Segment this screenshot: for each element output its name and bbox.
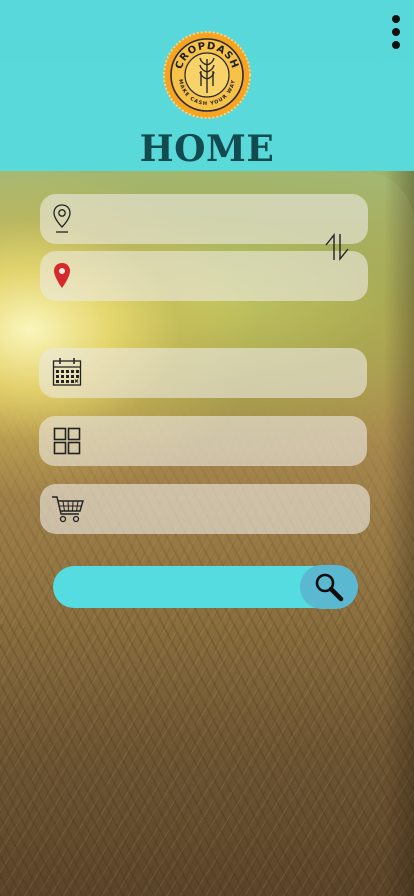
location-pin-red-icon [52, 262, 72, 290]
cart-value [94, 484, 354, 534]
search-icon [315, 573, 344, 602]
more-vertical-icon-dot [392, 15, 400, 23]
calendar-icon [52, 357, 82, 387]
location-outline-icon [52, 203, 72, 235]
swap-vertical-arrows-icon[interactable] [323, 232, 351, 262]
shopping-cart-icon [51, 494, 85, 524]
more-vertical-icon-dot [392, 28, 400, 36]
search-button[interactable] [300, 565, 358, 609]
date-field[interactable] [39, 348, 367, 398]
grid-icon [53, 427, 81, 455]
date-value [93, 348, 351, 398]
more-options-button[interactable] [386, 12, 406, 52]
cart-field[interactable] [40, 484, 370, 534]
category-field[interactable] [39, 416, 367, 466]
from-location-value [94, 194, 352, 244]
page-title: HOME [139, 128, 275, 170]
category-value [93, 416, 351, 466]
cropdash-logo: CROPDASH MAKE CASH YOUR WAY [163, 31, 251, 119]
header: CROPDASH MAKE CASH YOUR WAY HOME [0, 0, 414, 171]
from-location-field[interactable] [40, 194, 368, 244]
more-vertical-icon-dot [392, 41, 400, 49]
to-location-field[interactable] [40, 251, 368, 301]
to-location-value [94, 251, 352, 301]
